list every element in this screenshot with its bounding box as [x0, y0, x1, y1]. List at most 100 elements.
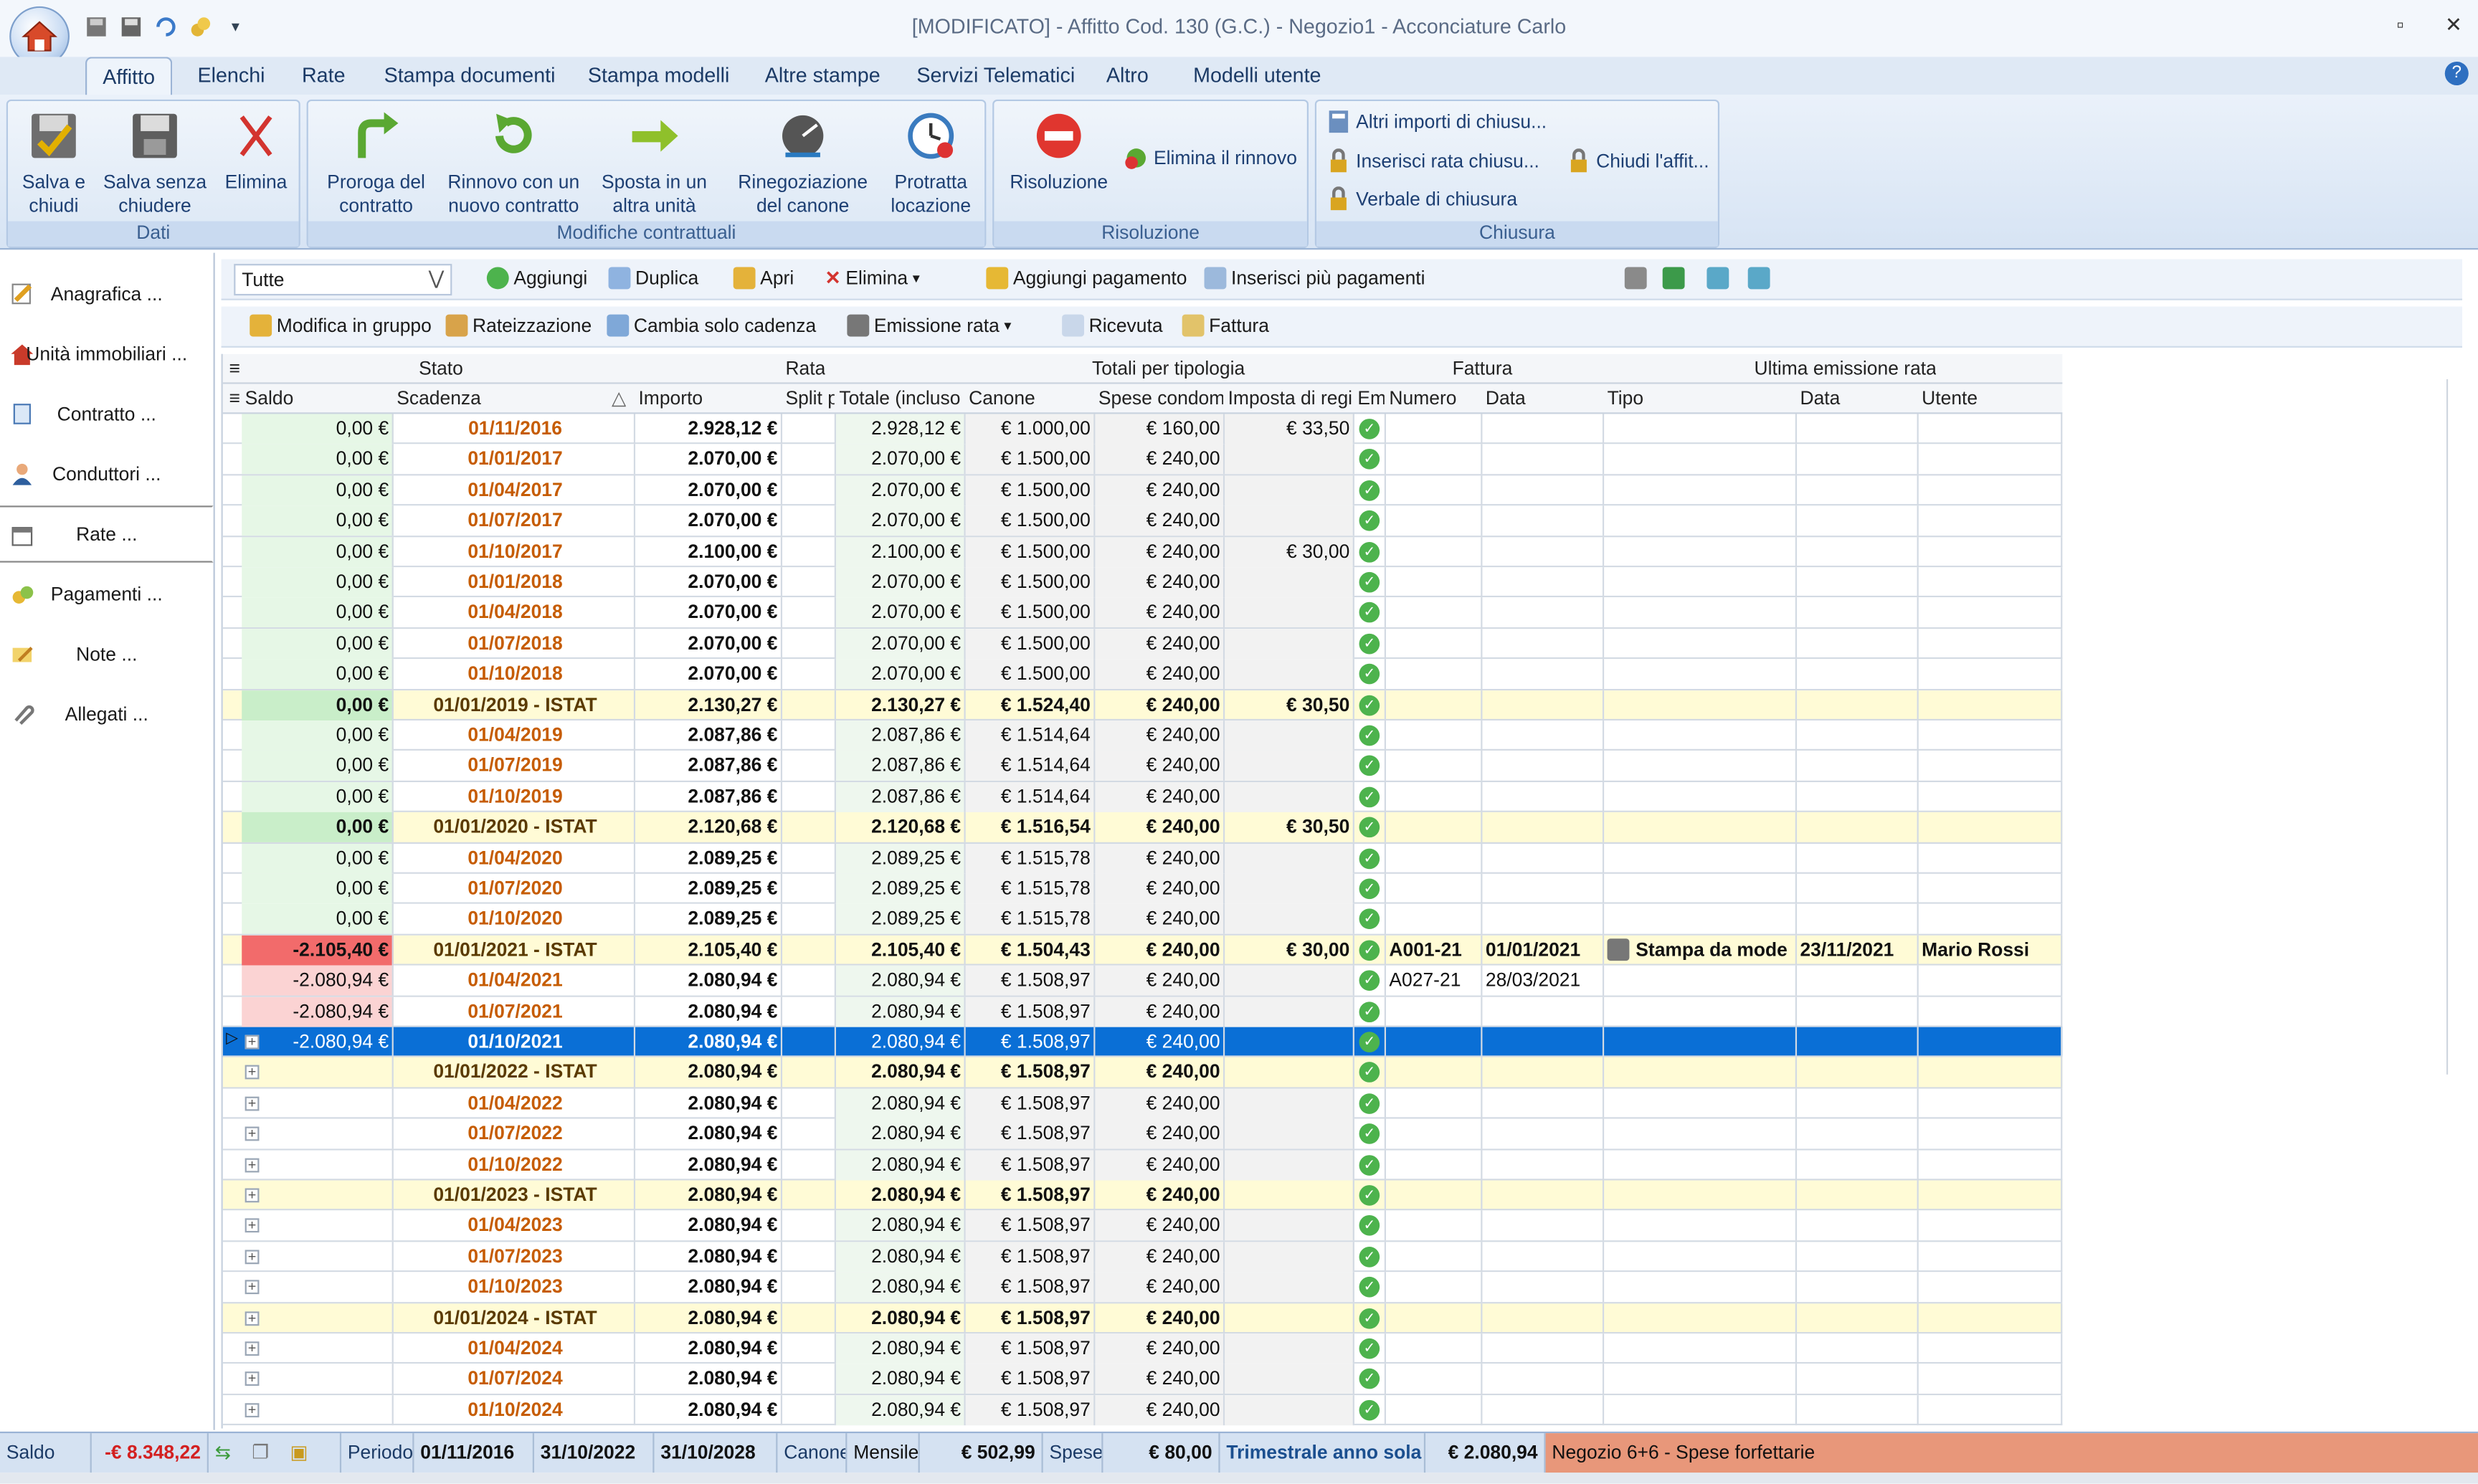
tab-rate[interactable]: Rate — [302, 63, 346, 87]
sidebar-item-contratto[interactable]: Contratto ... — [0, 386, 214, 442]
table-row[interactable]: +01/01/2022 - ISTAT 2.080,94 €2.080,94 € €… — [222, 1057, 2063, 1089]
sidebar-item-note[interactable]: Note ... — [0, 626, 214, 682]
aggiungi-button[interactable]: Aggiungi — [486, 267, 587, 290]
table-row[interactable]: +0,00 €01/11/20162.928,12 €2.928,12 €€ 1… — [222, 414, 2063, 445]
col-header-split[interactable]: Split p — [785, 387, 834, 409]
table-row[interactable]: +-2.080,94 €01/04/20212.080,94 €2.080,94… — [222, 966, 2063, 997]
tab-modelli-utente[interactable]: Modelli utente — [1193, 63, 1321, 87]
table-row[interactable]: +0,00 €01/01/2019 - ISTAT2.130,27 €2.130… — [222, 690, 2063, 721]
print-button[interactable] — [1624, 267, 1647, 290]
table-row[interactable]: +0,00 €01/07/20192.087,86 €2.087,86 €€ 1… — [222, 751, 2063, 782]
table-row[interactable]: +0,00 €01/07/20182.070,00 €2.070,00 €€ 1… — [222, 628, 2063, 660]
sidebar-item-conduttori[interactable]: Conduttori ... — [0, 446, 214, 503]
aggiungi-pagamento-button[interactable]: Aggiungi pagamento — [986, 267, 1187, 290]
table-row[interactable]: +0,00 €01/01/20182.070,00 €2.070,00 €€ 1… — [222, 567, 2063, 599]
table-row[interactable]: +0,00 €01/04/20182.070,00 €2.070,00 €€ 1… — [222, 598, 2063, 629]
table-row[interactable]: +-2.080,94 €01/07/20212.080,94 €2.080,94… — [222, 996, 2063, 1027]
table-row[interactable]: +01/01/2023 - ISTAT 2.080,94 €2.080,94 € €… — [222, 1180, 2063, 1212]
risoluzione-button[interactable]: Risoluzione — [1004, 108, 1114, 194]
col-header-scadenza[interactable]: Scadenza — [397, 387, 634, 409]
lock-icon[interactable]: ▣ — [290, 1441, 308, 1463]
table-row[interactable]: + ▷ -2.080,94 €01/10/2021 2.080,94 €2.080,9… — [222, 1027, 2063, 1058]
emissione-rata-button[interactable]: Emissione rata ▾ — [847, 314, 1011, 337]
table-row[interactable]: +0,00 €01/10/20202.089,25 €2.089,25 €€ 1… — [222, 904, 2063, 936]
save-no-close-button[interactable]: Salva senza chiudere — [100, 108, 210, 218]
tab-altre-stampe[interactable]: Altre stampe — [765, 63, 880, 87]
verbale-chiusura-button[interactable]: Verbale di chiusura — [1326, 186, 1517, 211]
sidebar-item-rate[interactable]: Rate ... — [0, 505, 214, 563]
table-row[interactable]: +0,00 €01/07/20172.070,00 €2.070,00 €€ 1… — [222, 505, 2063, 537]
tab-affitto[interactable]: Affitto — [85, 57, 173, 98]
elimina-row-button[interactable]: ✕ Elimina ▾ — [825, 267, 920, 289]
fattura-button[interactable]: Fattura — [1182, 314, 1269, 337]
col-header-data2[interactable]: Data — [1800, 387, 1917, 409]
apri-button[interactable]: Apri — [733, 267, 794, 290]
transfer-icon[interactable]: ⇆ — [215, 1441, 231, 1463]
table-row[interactable]: +01/10/2024 2.080,94 €2.080,94 € € 1.508,9… — [222, 1394, 2063, 1426]
rinnovo-button[interactable]: Rinnovo con un nuovo contratto — [441, 108, 587, 218]
proroga-button[interactable]: Proroga del contratto — [315, 108, 438, 218]
col-header-em[interactable]: Em — [1357, 387, 1384, 409]
table-row[interactable]: +0,00 €01/10/20182.070,00 €2.070,00 €€ 1… — [222, 659, 2063, 690]
table-row[interactable]: +01/10/2023 2.080,94 €2.080,94 € € 1.508,9… — [222, 1272, 2063, 1303]
sidebar-item-anagrafica[interactable]: Anagrafica ... — [0, 265, 214, 322]
elimina-rinnovo-button[interactable]: Elimina il rinnovo — [1124, 146, 1297, 171]
table-row[interactable]: +01/04/2023 2.080,94 €2.080,94 € € 1.508,9… — [222, 1211, 2063, 1242]
cambia-cadenza-button[interactable]: Cambia solo cadenza — [607, 314, 816, 337]
table-row[interactable]: +01/07/2024 2.080,94 €2.080,94 € € 1.508,9… — [222, 1364, 2063, 1395]
help-icon[interactable]: ? — [2444, 61, 2469, 86]
excel-button[interactable] — [1662, 267, 1685, 290]
restore-button[interactable]: ▫ — [2396, 13, 2403, 38]
col-header-data[interactable]: Data — [1486, 387, 1603, 409]
rinegoziazione-button[interactable]: Rinegoziazione del canone — [731, 108, 873, 218]
table-row[interactable]: +0,00 €01/04/20202.089,25 €2.089,25 €€ 1… — [222, 843, 2063, 874]
table-row[interactable]: +-2.105,40 €01/01/2021 - ISTAT2.105,40 €… — [222, 935, 2063, 966]
table-row[interactable]: +0,00 €01/04/20172.070,00 €2.070,00 €€ 1… — [222, 475, 2063, 506]
table-row[interactable]: +01/10/2022 2.080,94 €2.080,94 € € 1.508,9… — [222, 1149, 2063, 1181]
table-row[interactable]: +01/04/2022 2.080,94 €2.080,94 € € 1.508,9… — [222, 1088, 2063, 1119]
tab-altro[interactable]: Altro — [1106, 63, 1149, 87]
sidebar-item-allegati[interactable]: Allegati ... — [0, 686, 214, 743]
altri-importi-button[interactable]: Altri importi di chiusu... — [1326, 109, 1547, 134]
table-row[interactable]: +0,00 €01/01/2020 - ISTAT2.120,68 €2.120… — [222, 812, 2063, 844]
expand-all-button[interactable] — [1706, 267, 1729, 290]
table-row[interactable]: +0,00 €01/10/20192.087,86 €2.087,86 €€ 1… — [222, 781, 2063, 813]
collapse-all-button[interactable] — [1747, 267, 1770, 290]
rateizzazione-button[interactable]: Rateizzazione — [445, 314, 592, 337]
col-header-utente[interactable]: Utente — [1922, 387, 2061, 409]
grid-row-menu-icon[interactable]: ≡ — [229, 387, 240, 409]
save-close-button[interactable]: Salva e chiudi — [14, 108, 93, 218]
ricevuta-button[interactable]: Ricevuta — [1062, 314, 1163, 337]
duplica-button[interactable]: Duplica — [608, 267, 698, 290]
sidebar-item-unita-immobiliari[interactable]: Unità immobiliari ... — [0, 325, 214, 382]
col-header-spese[interactable]: Spese condomir — [1098, 387, 1223, 409]
sposta-button[interactable]: Sposta in un altra unità — [593, 108, 716, 218]
table-row[interactable]: +01/01/2024 - ISTAT 2.080,94 €2.080,94 € €… — [222, 1303, 2063, 1334]
col-header-imposta[interactable]: Imposta di regis — [1228, 387, 1353, 409]
inserisci-rata-chiusura-button[interactable]: Inserisci rata chiusu... — [1326, 148, 1539, 173]
col-header-tipo[interactable]: Tipo — [1608, 387, 1795, 409]
table-row[interactable]: +0,00 €01/07/20202.089,25 €2.089,25 €€ 1… — [222, 873, 2063, 905]
table-row[interactable]: +01/07/2022 2.080,94 €2.080,94 € € 1.508,9… — [222, 1118, 2063, 1150]
col-header-numero[interactable]: Numero — [1389, 387, 1481, 409]
tab-stampa-documenti[interactable]: Stampa documenti — [384, 63, 556, 87]
sidebar-item-pagamenti[interactable]: Pagamenti ... — [0, 566, 214, 622]
close-button[interactable]: ✕ — [2445, 13, 2462, 38]
col-header-canone[interactable]: Canone — [969, 387, 1093, 409]
col-header-importo[interactable]: Importo — [638, 387, 780, 409]
table-row[interactable]: +0,00 €01/01/20172.070,00 €2.070,00 €€ 1… — [222, 444, 2063, 475]
table-row[interactable]: +01/07/2023 2.080,94 €2.080,94 € € 1.508,9… — [222, 1241, 2063, 1273]
table-row[interactable]: +0,00 €01/10/20172.100,00 €2.100,00 €€ 1… — [222, 536, 2063, 568]
delete-button[interactable]: Elimina — [217, 108, 295, 194]
table-row[interactable]: +01/04/2024 2.080,94 €2.080,94 € € 1.508,9… — [222, 1333, 2063, 1364]
vertical-scrollbar[interactable] — [2446, 379, 2462, 1075]
tab-elenchi[interactable]: Elenchi — [198, 63, 265, 87]
modifica-gruppo-button[interactable]: Modifica in gruppo — [250, 314, 432, 337]
tab-servizi-telematici[interactable]: Servizi Telematici — [916, 63, 1075, 87]
tab-stampa-modelli[interactable]: Stampa modelli — [588, 63, 730, 87]
inserisci-pagamenti-button[interactable]: Inserisci più pagamenti — [1204, 267, 1425, 290]
chiudi-affitto-button[interactable]: Chiudi l'affit... — [1566, 148, 1709, 173]
col-header-saldo[interactable]: Saldo — [245, 387, 392, 409]
protratta-button[interactable]: Protratta locazione — [880, 108, 982, 218]
filter-select[interactable]: Tutte ⋁ — [234, 264, 452, 296]
